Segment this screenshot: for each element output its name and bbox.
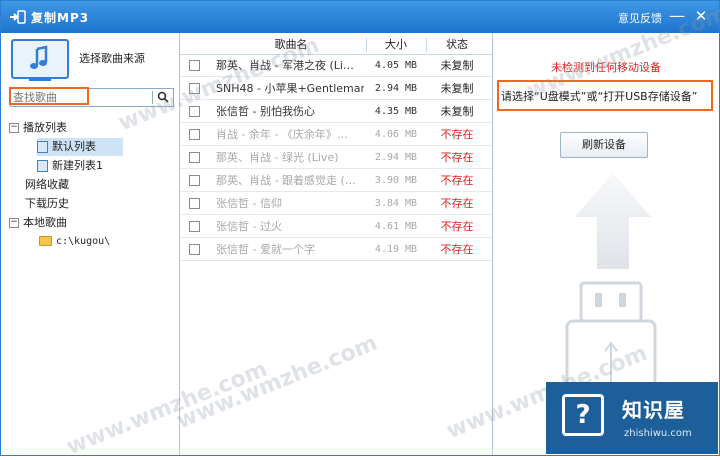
song-size: 4.19 MB [374, 244, 418, 255]
search-highlight-frame [9, 87, 89, 105]
song-name: 那英、肖战 - 绿光 (Live) [216, 151, 339, 164]
window-title: 复制MP3 [31, 11, 90, 25]
monitor-music-icon [11, 39, 69, 79]
site-badge: ? 知识屋 zhishiwu.com [546, 382, 718, 454]
song-name: 那英、肖战 - 军港之夜 (Li… [216, 59, 354, 72]
song-name: 肖战 - 余年 - 《庆余年》… [216, 128, 348, 141]
song-name: 那英、肖战 - 跟着感觉走 (… [216, 174, 356, 187]
song-name: 张信哲 - 信仰 [216, 197, 282, 210]
tree-item-label: 本地歌曲 [23, 216, 67, 229]
tree-item-label: 播放列表 [23, 121, 67, 134]
row-checkbox[interactable] [189, 244, 200, 255]
row-checkbox[interactable] [189, 152, 200, 163]
song-size: 4.06 MB [374, 129, 418, 140]
usb-mode-hint: 请选择“U盘模式”或“打开USB存储设备” [501, 90, 698, 103]
list-icon [37, 160, 48, 172]
song-size: 4.35 MB [374, 106, 418, 117]
search-divider [152, 91, 153, 104]
row-checkbox[interactable] [189, 175, 200, 186]
song-status: 不存在 [440, 220, 474, 233]
tree-item-net-favorites[interactable]: 网络收藏 [25, 176, 145, 194]
row-checkbox[interactable] [189, 221, 200, 232]
song-status: 未复制 [440, 105, 474, 118]
title-bar: 复制MP3 意见反馈 — ✕ [1, 1, 719, 33]
song-size: 3.84 MB [374, 198, 418, 209]
tree-item-label: 下载历史 [25, 197, 69, 210]
song-name: 张信哲 - 过火 [216, 220, 282, 233]
song-status: 不存在 [440, 174, 474, 187]
collapse-toggle-icon[interactable]: − [9, 123, 19, 133]
badge-title: 知识屋 [622, 398, 685, 422]
song-status: 不存在 [440, 151, 474, 164]
minimize-button[interactable]: — [669, 7, 685, 25]
song-name: SNH48 - 小苹果+Gentleman… [216, 82, 364, 95]
song-name: 张信哲 - 别怕我伤心 [216, 105, 315, 118]
tree-item-local-songs[interactable]: − 本地歌曲 [9, 214, 169, 232]
no-device-warning: 未检测到任何移动设备 [551, 61, 661, 74]
table-row[interactable]: 那英、肖战 - 军港之夜 (Li… 4.05 MB 未复制 [180, 55, 492, 77]
table-row[interactable]: 那英、肖战 - 绿光 (Live) 2.94 MB 不存在 [180, 147, 492, 169]
tree-item-local-folder[interactable]: c:\kugou\ [39, 233, 159, 251]
tree-item-label: 新建列表1 [52, 159, 103, 172]
row-checkbox[interactable] [189, 83, 200, 94]
song-status: 未复制 [440, 82, 474, 95]
row-checkbox[interactable] [189, 129, 200, 140]
tree-item-download-history[interactable]: 下载历史 [25, 195, 145, 213]
song-status: 未复制 [440, 59, 474, 72]
song-size: 3.90 MB [374, 175, 418, 186]
song-status: 不存在 [440, 128, 474, 141]
column-header-status[interactable]: 状态 [430, 36, 484, 54]
column-divider [366, 38, 367, 52]
folder-icon [39, 236, 52, 246]
source-sidebar: 选择歌曲来源 −播放列表 默认列表 新建列表1 [1, 33, 180, 455]
table-row[interactable]: 张信哲 - 过火 4.61 MB 不存在 [180, 216, 492, 238]
row-checkbox[interactable] [189, 198, 200, 209]
transfer-icon [9, 10, 26, 24]
tree-item-default-list[interactable]: 默认列表 [37, 138, 123, 156]
refresh-device-button[interactable]: 刷新设备 [560, 132, 648, 158]
song-size: 2.94 MB [374, 152, 418, 163]
row-checkbox[interactable] [189, 60, 200, 71]
song-size: 4.61 MB [374, 221, 418, 232]
monitor-stand [29, 78, 51, 81]
close-button[interactable]: ✕ [693, 7, 709, 25]
table-row[interactable]: 张信哲 - 别怕我伤心 4.35 MB 未复制 [180, 101, 492, 123]
column-header-name[interactable]: 歌曲名 [216, 36, 366, 54]
tree-item-label: c:\kugou\ [56, 236, 111, 247]
song-size: 2.94 MB [374, 83, 418, 94]
column-header-size[interactable]: 大小 [368, 36, 424, 54]
table-row[interactable]: SNH48 - 小苹果+Gentleman… 2.94 MB 未复制 [180, 78, 492, 100]
song-status: 不存在 [440, 243, 474, 256]
tree-item-new-list[interactable]: 新建列表1 [37, 157, 157, 175]
list-icon [37, 141, 48, 153]
table-row[interactable]: 张信哲 - 爱就一个字 4.19 MB 不存在 [180, 239, 492, 261]
table-row[interactable]: 张信哲 - 信仰 3.84 MB 不存在 [180, 193, 492, 215]
question-icon: ? [562, 394, 604, 436]
song-status: 不存在 [440, 197, 474, 210]
source-label: 选择歌曲来源 [79, 52, 145, 65]
badge-subtitle: zhishiwu.com [624, 428, 692, 439]
collapse-toggle-icon[interactable]: − [9, 218, 19, 228]
row-checkbox[interactable] [189, 106, 200, 117]
search-icon[interactable] [156, 90, 171, 105]
song-size: 4.05 MB [374, 60, 418, 71]
song-table-header: 歌曲名 大小 状态 [180, 36, 492, 55]
table-row[interactable]: 肖战 - 余年 - 《庆余年》… 4.06 MB 不存在 [180, 124, 492, 146]
tree-item-label: 网络收藏 [25, 178, 69, 191]
tree-item-playlists[interactable]: − 播放列表 [9, 119, 169, 137]
tree-item-label: 默认列表 [52, 140, 96, 153]
song-list-panel: 歌曲名 大小 状态 那英、肖战 - 军港之夜 (Li… 4.05 MB 未复制 … [180, 33, 493, 455]
feedback-link[interactable]: 意见反馈 [618, 10, 662, 26]
column-divider [426, 38, 427, 52]
table-row[interactable]: 那英、肖战 - 跟着感觉走 (… 3.90 MB 不存在 [180, 170, 492, 192]
source-header: 选择歌曲来源 [1, 33, 179, 85]
song-name: 张信哲 - 爱就一个字 [216, 243, 315, 256]
